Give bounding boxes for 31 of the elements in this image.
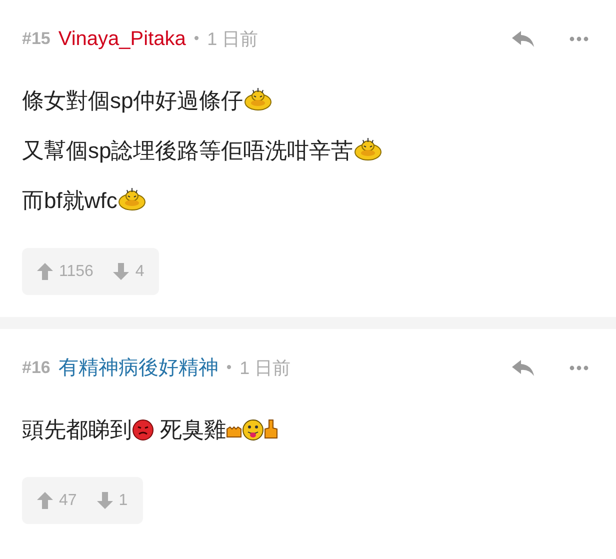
comment-line: 頭先都睇到 死臭雞	[22, 415, 278, 445]
upvote-button[interactable]: 47	[37, 488, 77, 512]
middle-finger-icon	[264, 419, 278, 439]
reply-icon[interactable]	[511, 30, 535, 48]
author-name[interactable]: 有精神病後好精神	[58, 353, 218, 383]
tongue-face-icon	[242, 419, 264, 441]
down-arrow-icon	[96, 492, 113, 509]
up-arrow-icon	[37, 263, 53, 280]
more-icon[interactable]	[569, 365, 589, 371]
sweating-face-icon	[353, 137, 384, 161]
post-number: #16	[22, 357, 50, 380]
angry-face-icon	[132, 419, 154, 441]
separator-dot: •	[194, 28, 200, 49]
up-arrow-icon	[37, 492, 53, 509]
sweating-face-icon	[243, 87, 274, 111]
downvote-button[interactable]: 1	[96, 488, 128, 512]
comment-line: 而bf就wfc	[22, 186, 148, 216]
comment-line: 又幫個sp諗埋後路等佢唔洗咁辛苦	[22, 136, 384, 166]
fist-icon	[226, 424, 242, 438]
downvote-button[interactable]: 4	[113, 260, 144, 284]
down-arrow-icon	[113, 263, 130, 280]
reply-icon[interactable]	[511, 359, 535, 377]
separator-dot: •	[226, 358, 232, 378]
sweating-face-icon	[117, 187, 148, 211]
author-name[interactable]: Vinaya_Pitaka	[58, 24, 186, 54]
more-icon[interactable]	[569, 36, 589, 42]
upvote-button[interactable]: 1156	[37, 260, 94, 284]
post-time: 1 日前	[240, 356, 291, 380]
comment-line: 條女對個sp仲好過條仔	[22, 86, 274, 116]
post-time: 1 日前	[207, 28, 258, 50]
post-number: #15	[22, 28, 50, 50]
